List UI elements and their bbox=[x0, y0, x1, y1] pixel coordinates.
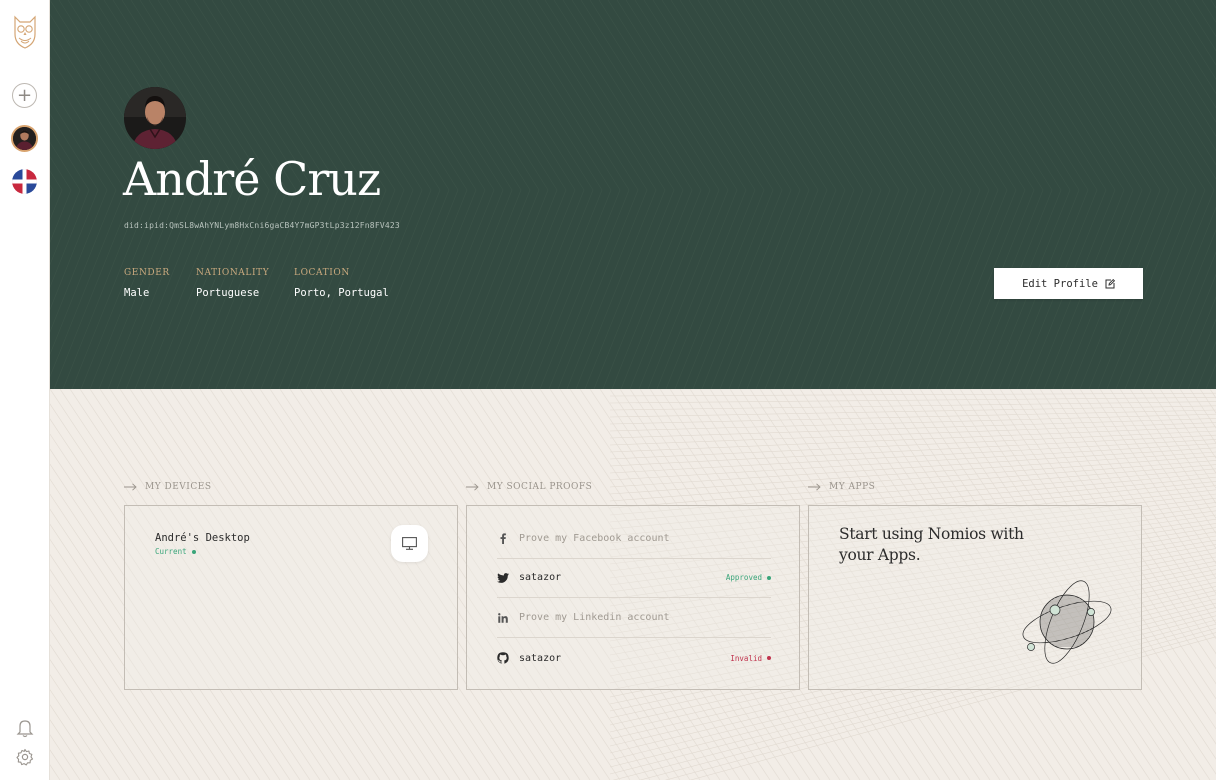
devices-section-title: MY DEVICES bbox=[124, 482, 211, 492]
avatar-image bbox=[124, 87, 186, 149]
edit-icon bbox=[1105, 278, 1115, 288]
nationality-label: NATIONALITY bbox=[196, 268, 270, 278]
gender-label: GENDER bbox=[124, 268, 170, 278]
gender-value: Male bbox=[124, 287, 150, 299]
invalid-badge: Invalid bbox=[730, 654, 771, 663]
desktop-icon bbox=[402, 537, 417, 550]
github-icon bbox=[497, 652, 509, 664]
proofs-section-title: MY SOCIAL PROOFS bbox=[466, 482, 592, 492]
devices-card: André's Desktop Current bbox=[124, 505, 458, 690]
social-proofs-card: Prove my Facebook account satazor Approv… bbox=[466, 505, 800, 690]
apps-empty-text: Start using Nomios with your Apps. bbox=[839, 525, 1024, 564]
flag-icon bbox=[12, 169, 37, 194]
badge-label: Invalid bbox=[730, 653, 762, 663]
arrow-right-icon bbox=[808, 483, 821, 491]
device-status-label: Current bbox=[155, 547, 187, 556]
sidebar-app-avatar[interactable] bbox=[12, 169, 37, 194]
arrow-right-icon bbox=[124, 483, 137, 491]
apps-title: MY APPS bbox=[829, 482, 876, 492]
apps-section-title: MY APPS bbox=[808, 482, 875, 492]
plus-icon: + bbox=[16, 84, 33, 106]
device-status: Current bbox=[155, 547, 196, 556]
proofs-title: MY SOCIAL PROOFS bbox=[487, 482, 593, 492]
arrow-right-icon bbox=[466, 483, 479, 491]
location-value: Porto, Portugal bbox=[294, 287, 389, 299]
proof-facebook[interactable]: Prove my Facebook account bbox=[497, 519, 771, 559]
facebook-icon bbox=[497, 533, 509, 545]
profile-header: André Cruz did:ipid:QmSL8wAhYNLym8HxCni6… bbox=[50, 0, 1216, 389]
proof-username: satazor bbox=[519, 652, 562, 664]
location-field: LOCATION Porto, Portugal bbox=[294, 268, 389, 299]
devices-title: MY DEVICES bbox=[145, 482, 212, 492]
edit-profile-button[interactable]: Edit Profile bbox=[994, 268, 1143, 299]
nationality-value: Portuguese bbox=[196, 287, 260, 299]
bell-icon[interactable] bbox=[16, 718, 34, 738]
profile-avatar bbox=[124, 87, 186, 149]
proof-username: satazor bbox=[519, 572, 562, 583]
apps-card: Start using Nomios with your Apps. bbox=[808, 505, 1142, 690]
gear-icon[interactable] bbox=[16, 748, 34, 766]
profile-did: did:ipid:QmSL8wAhYNLym8HxCni6gaCB4Y7mGP3… bbox=[124, 221, 400, 230]
device-icon-button bbox=[391, 525, 428, 562]
status-dot bbox=[767, 575, 771, 580]
profile-name: André Cruz bbox=[123, 152, 381, 206]
owl-logo-icon[interactable] bbox=[12, 14, 38, 50]
location-label: LOCATION bbox=[294, 268, 350, 278]
add-identity-button[interactable]: + bbox=[12, 83, 37, 108]
proof-linkedin[interactable]: Prove my Linkedin account bbox=[497, 598, 771, 638]
twitter-icon bbox=[497, 572, 509, 584]
linkedin-icon bbox=[497, 612, 509, 624]
avatar-image bbox=[13, 127, 36, 150]
globe-illustration bbox=[1022, 580, 1112, 664]
device-name: André's Desktop bbox=[155, 532, 250, 544]
proof-twitter[interactable]: satazor Approved bbox=[497, 558, 771, 598]
sidebar: + bbox=[0, 0, 50, 780]
gender-field: GENDER Male bbox=[124, 268, 170, 299]
proof-github[interactable]: satazor Invalid bbox=[497, 638, 771, 678]
badge-label: Approved bbox=[725, 573, 762, 582]
proof-text: Prove my Facebook account bbox=[519, 533, 670, 544]
sidebar-user-avatar[interactable] bbox=[11, 125, 38, 152]
edit-profile-label: Edit Profile bbox=[1022, 277, 1098, 290]
status-dot bbox=[767, 656, 771, 660]
approved-badge: Approved bbox=[726, 573, 771, 582]
nationality-field: NATIONALITY Portuguese bbox=[196, 268, 269, 299]
status-dot bbox=[191, 549, 196, 554]
proof-text: Prove my Linkedin account bbox=[519, 612, 670, 623]
